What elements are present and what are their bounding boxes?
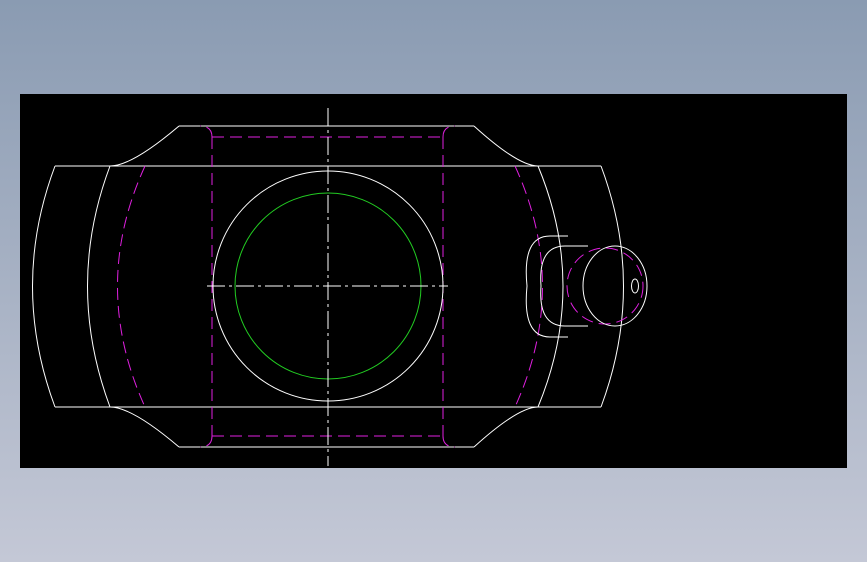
cad-viewport[interactable] (20, 94, 847, 468)
cad-part-drawing (20, 94, 847, 468)
viewport-background (20, 94, 847, 468)
